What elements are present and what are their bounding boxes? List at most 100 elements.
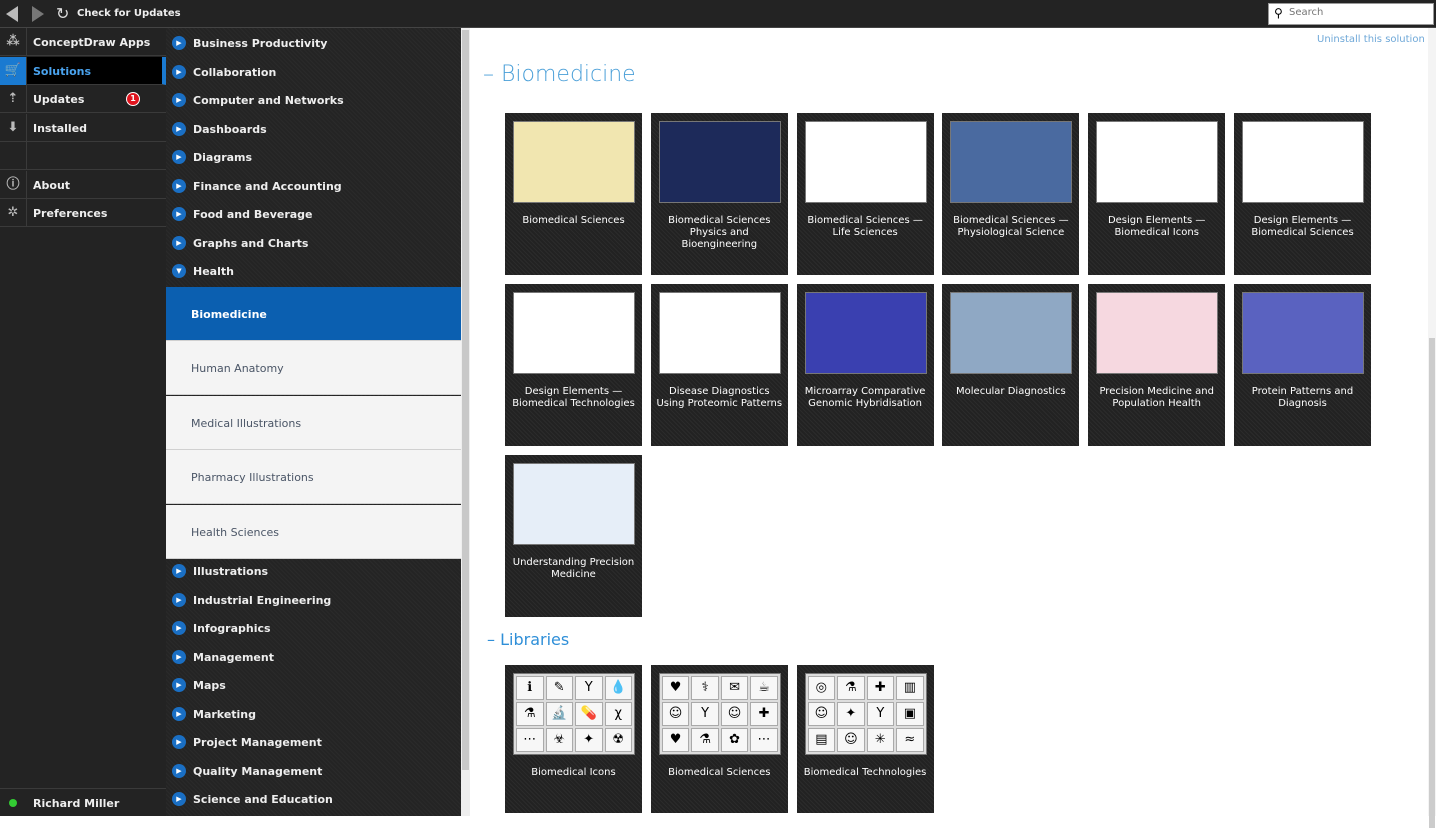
nav-item-about[interactable]: ⓘ About	[0, 170, 166, 199]
category-item[interactable]: ▶ Project Management	[166, 727, 461, 755]
user-name: Richard Miller	[33, 797, 120, 810]
library-symbol-icon: Y	[866, 702, 895, 726]
template-card[interactable]: Microarray Comparative Genomic Hybridisa…	[796, 284, 934, 446]
template-card[interactable]: Molecular Diagnostics	[942, 284, 1080, 446]
download-icon: ⬇	[0, 113, 27, 142]
subcategory-item[interactable]: Pharmacy Illustrations	[166, 450, 461, 505]
subcategory-item[interactable]: Human Anatomy	[166, 341, 461, 396]
template-title: Molecular Diagnostics	[956, 386, 1066, 397]
category-list: ▶ Business Productivity ▶ Collaboration ▶ Com…	[166, 28, 461, 816]
subcategory-item[interactable]: Biomedicine	[166, 287, 461, 341]
forward-arrow-icon[interactable]	[32, 6, 44, 22]
nav-item-blank	[0, 142, 166, 170]
nav-item-preferences[interactable]: ✲ Preferences	[0, 199, 166, 227]
library-symbol-icon: ▤	[807, 728, 836, 752]
category-item[interactable]: ▶ Graphs and Charts	[166, 228, 461, 256]
library-card[interactable]: ◎ ⚗ ✚ ▥ ☺ ✦ Y ▣ ▤ ☺ ✳ ≈ Biomedical Technologies	[796, 665, 934, 813]
subcategory-label: Biomedicine	[191, 308, 267, 321]
template-title: Design Elements — Biomedical Technologie…	[512, 386, 635, 409]
template-card[interactable]: Protein Patterns and Diagnosis	[1234, 284, 1371, 446]
expand-arrow-icon: ▶	[172, 64, 186, 79]
libraries-title[interactable]: – Libraries	[487, 630, 569, 649]
library-symbol-icon: ▥	[896, 676, 924, 700]
template-card[interactable]: Design Elements — Biomedical Icons	[1088, 113, 1226, 275]
category-item[interactable]: ▶ Management	[166, 642, 461, 670]
library-symbol-icon: ⋯	[750, 728, 778, 752]
expand-arrow-icon: ▶	[172, 235, 186, 250]
template-title: Biomedical Sciences — Life Sciences	[807, 215, 923, 238]
nav-item-updates[interactable]: ⇡ Updates 1	[0, 85, 166, 113]
search-icon: ⚲	[1274, 6, 1283, 20]
category-item[interactable]: ▶ Science and Education	[166, 784, 461, 812]
category-item[interactable]: ▶ Infographics	[166, 613, 461, 641]
category-label: Maps	[193, 679, 226, 692]
category-label: Dashboards	[193, 122, 267, 136]
nav-item-installed[interactable]: ⬇ Installed	[0, 113, 166, 142]
library-symbol-icon: ✎	[545, 676, 573, 700]
category-item[interactable]: ▶ Finance and Accounting	[166, 171, 461, 199]
nav-label: Updates	[33, 93, 85, 106]
online-status-icon	[9, 799, 17, 807]
template-title: Biomedical Sciences Physics and Bioengin…	[668, 215, 771, 250]
subcategory-item[interactable]: Medical Illustrations	[166, 395, 461, 450]
library-symbol-icon: ✳	[866, 728, 895, 752]
library-symbol-icon: ♥	[661, 676, 690, 700]
template-card[interactable]: Disease Diagnostics Using Proteomic Patt…	[650, 284, 788, 446]
template-card[interactable]: Precision Medicine and Population Health	[1088, 284, 1226, 446]
category-item[interactable]: ▶ Maps	[166, 670, 461, 698]
gear-icon: ✲	[0, 199, 27, 227]
content-scrollbar[interactable]	[1428, 28, 1436, 828]
category-item[interactable]: ▶ Illustrations	[166, 556, 461, 584]
library-card[interactable]: ♥ ⚕ ✉ ☕ ☺ Y ☺ ✚ ♥ ⚗ ✿ ⋯ Biomedical Sciences	[650, 665, 788, 813]
template-card[interactable]: Biomedical Sciences — Life Sciences	[796, 113, 934, 275]
category-item[interactable]: ▶ Industrial Engineering	[166, 585, 461, 613]
category-item[interactable]: ▶ Quality Management	[166, 756, 461, 784]
category-label: Business Productivity	[193, 37, 328, 50]
library-symbol-icon: ✉	[720, 676, 749, 700]
search-box[interactable]: ⚲	[1268, 3, 1434, 25]
uninstall-link[interactable]: Uninstall this solution	[1317, 34, 1425, 45]
category-item[interactable]: ▶ Marketing	[166, 699, 461, 727]
category-item[interactable]: ▶ Business Productivity	[166, 28, 461, 56]
category-item[interactable]: ▼ Health	[166, 256, 461, 284]
library-symbol-icon: ⚗	[691, 728, 719, 752]
template-card[interactable]: Design Elements — Biomedical Technologie…	[505, 284, 642, 446]
nav-label: Solutions	[33, 64, 92, 78]
check-for-updates-button[interactable]: Check for Updates	[77, 8, 181, 19]
template-thumbnail	[950, 121, 1073, 203]
library-symbol-icon: ✚	[866, 676, 895, 700]
subcategory-label: Human Anatomy	[191, 362, 284, 376]
expand-arrow-icon: ▶	[172, 792, 186, 806]
library-symbol-icon: ✦	[837, 702, 865, 726]
library-card[interactable]: ℹ ✎ Y 💧 ⚗ 🔬 💊 χ ⋯ ☣ ✦ ☢ Biomedical Icons	[505, 665, 642, 813]
template-title: Biomedical Sciences	[522, 215, 625, 226]
template-card[interactable]: Design Elements — Biomedical Sciences	[1234, 113, 1371, 275]
library-symbol-icon: χ	[604, 702, 632, 726]
expand-arrow-icon: ▶	[172, 121, 186, 136]
template-card[interactable]: Biomedical Sciences Physics and Bioengin…	[650, 113, 788, 275]
category-item[interactable]: ▶ Computer and Networks	[166, 85, 461, 113]
template-thumbnail	[804, 121, 927, 203]
user-row[interactable]: Richard Miller	[0, 788, 166, 816]
template-card[interactable]: Understanding Precision Medicine	[505, 455, 642, 617]
category-item[interactable]: ▶ Dashboards	[166, 114, 461, 142]
template-card[interactable]: Biomedical Sciences — Physiological Scie…	[942, 113, 1080, 275]
library-symbol-icon: Y	[575, 676, 603, 700]
expand-arrow-icon: ▶	[172, 706, 186, 721]
search-input[interactable]	[1289, 7, 1429, 18]
category-item[interactable]: ▶ Collaboration	[166, 57, 461, 85]
expand-arrow-icon: ▶	[172, 178, 186, 193]
back-arrow-icon[interactable]	[6, 6, 18, 22]
library-symbol-icon: 💧	[604, 676, 632, 700]
solution-title[interactable]: – Biomedicine	[483, 62, 636, 87]
refresh-icon[interactable]: ↻	[56, 4, 69, 23]
nav-item-conceptdraw-apps[interactable]: ⁂ ConceptDraw Apps	[0, 28, 166, 56]
subcategory-item[interactable]: Health Sciences	[166, 504, 461, 559]
template-card[interactable]: Biomedical Sciences	[505, 113, 642, 275]
category-scrollbar[interactable]	[461, 28, 470, 816]
nav-item-solutions[interactable]: 🛒 Solutions	[0, 56, 166, 85]
category-label: Industrial Engineering	[193, 593, 332, 607]
subcategory-label: Medical Illustrations	[191, 416, 302, 430]
category-item[interactable]: ▶ Diagrams	[166, 142, 461, 170]
category-item[interactable]: ▶ Food and Beverage	[166, 199, 461, 227]
